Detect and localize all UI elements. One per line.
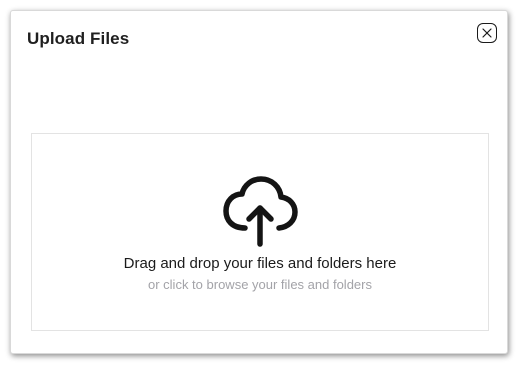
cloud-upload-icon <box>223 176 298 247</box>
file-drop-zone[interactable]: Drag and drop your files and folders her… <box>31 133 489 331</box>
dialog-title: Upload Files <box>27 29 130 48</box>
close-button[interactable] <box>477 23 497 43</box>
drop-zone-primary-text: Drag and drop your files and folders her… <box>123 255 397 272</box>
close-icon <box>482 28 492 38</box>
upload-files-dialog: Upload Files Drag and drop your files an… <box>10 10 508 354</box>
drop-zone-secondary-text: or click to browse your files and folder… <box>148 277 372 292</box>
